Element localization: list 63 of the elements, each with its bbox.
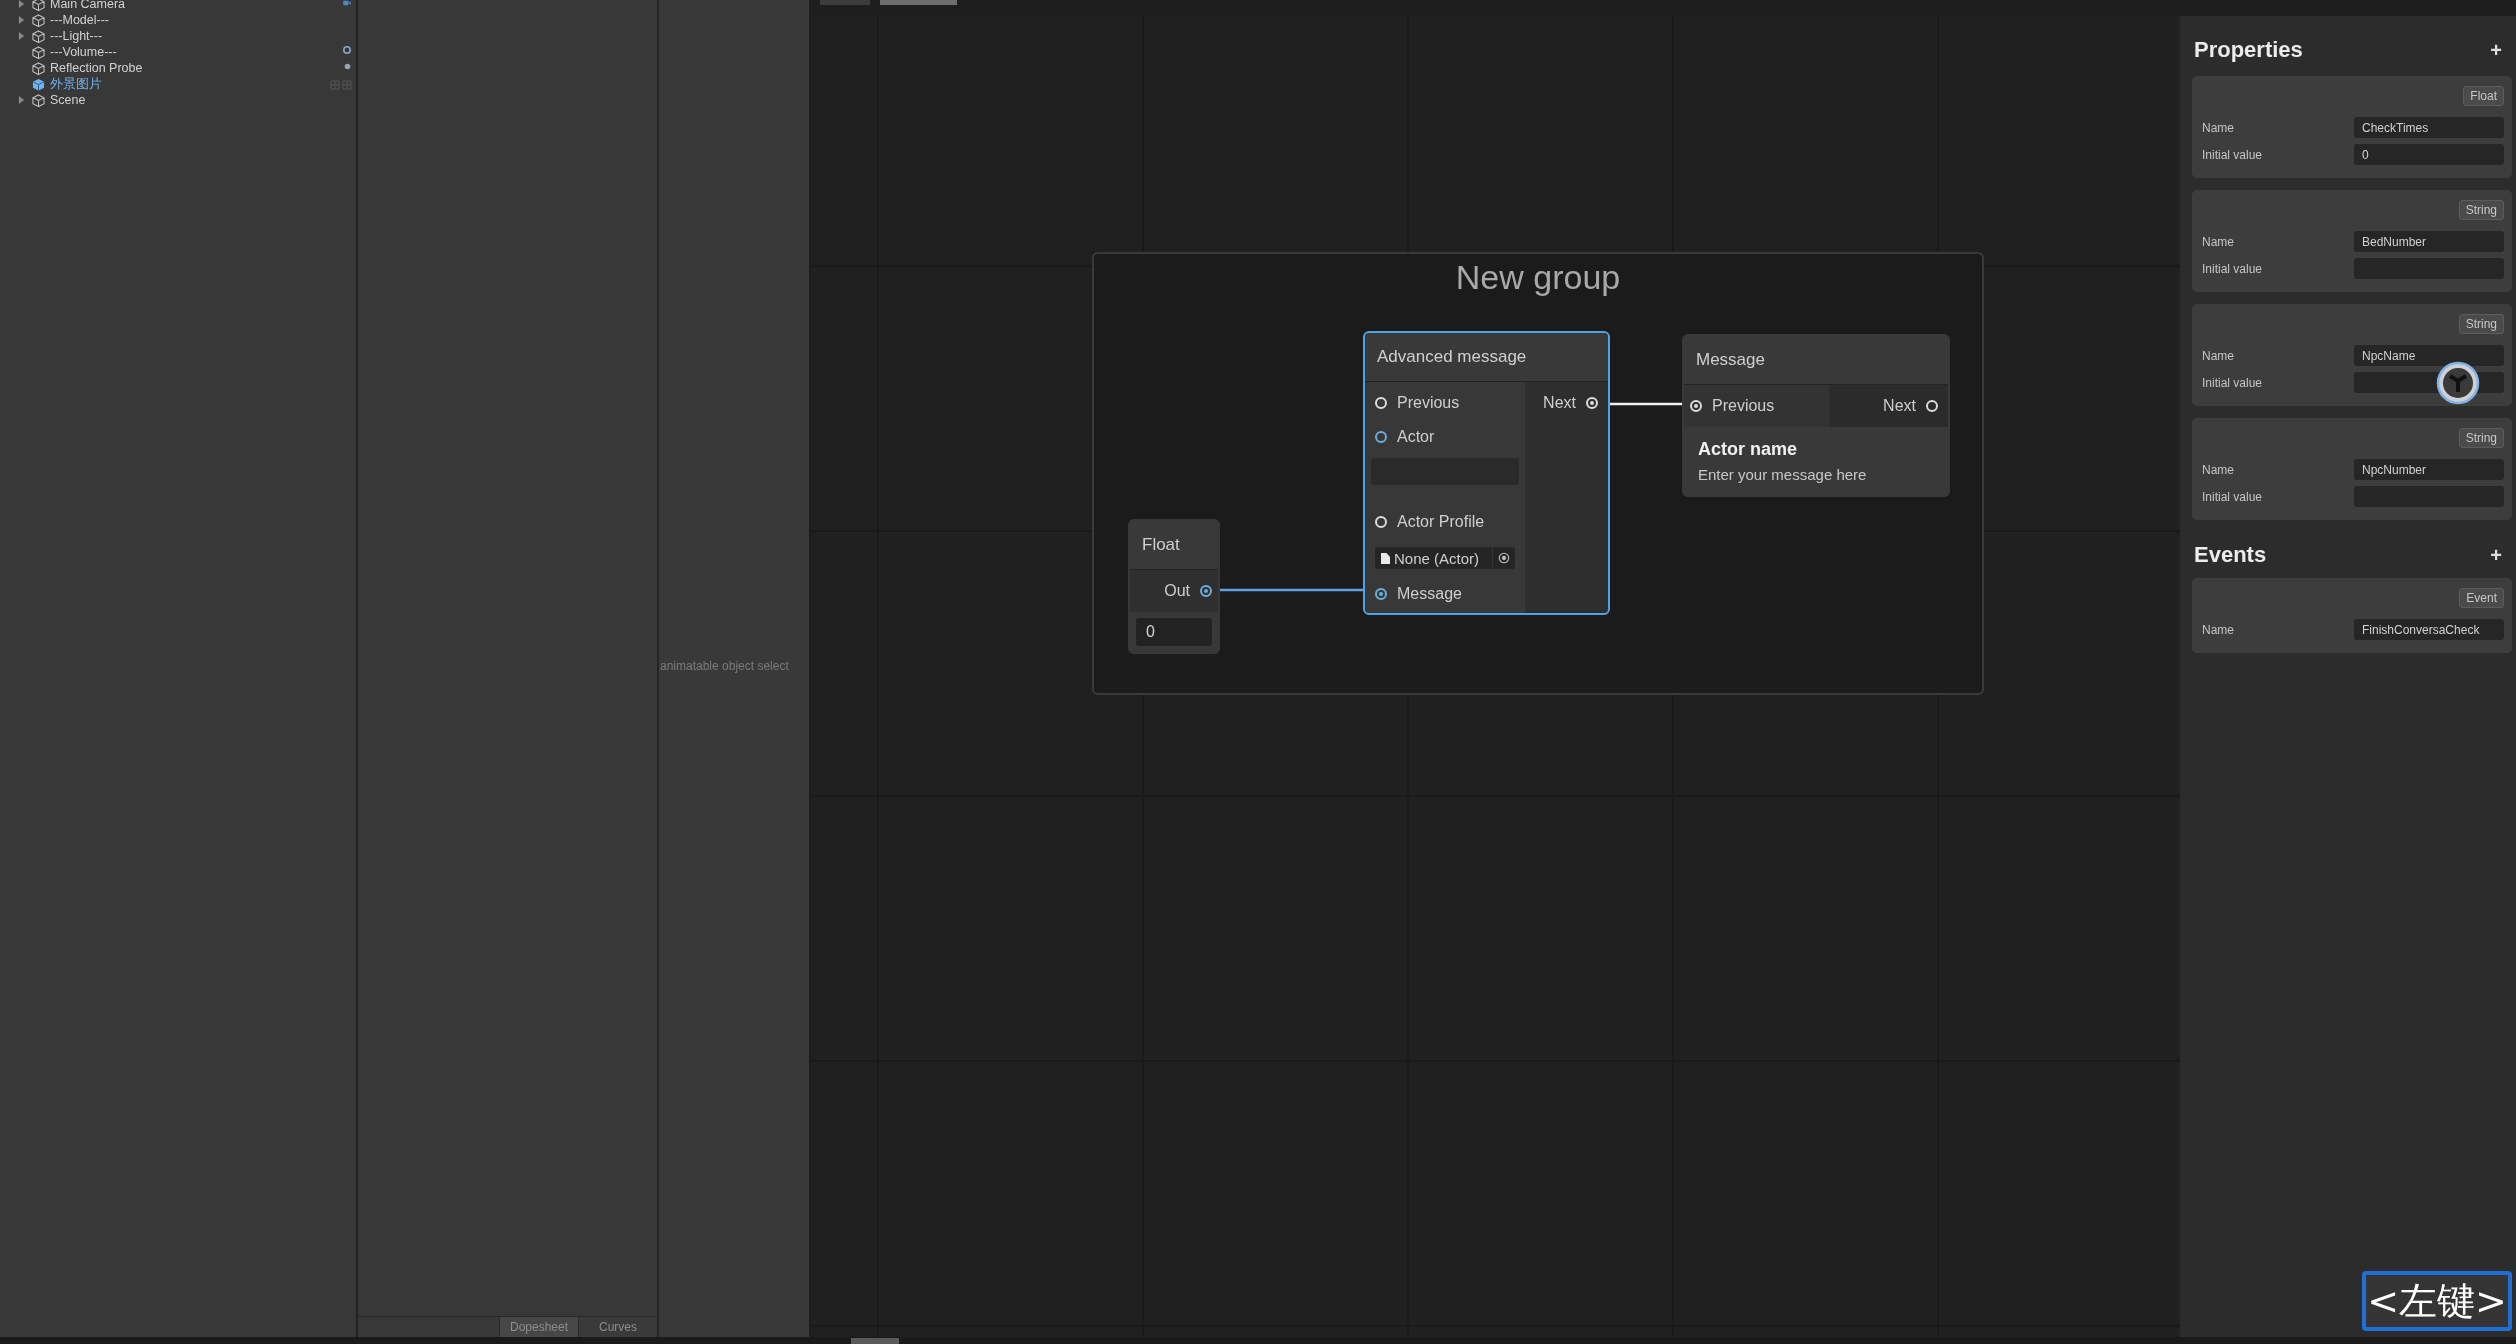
hierarchy-item[interactable]: Reflection Probe (50, 61, 143, 75)
advanced-message-node[interactable]: Advanced message Previous Actor Actor Profile None (Actor) Message Next (1363, 331, 1610, 615)
type-tag: Float (2463, 86, 2504, 106)
port-label: Next (1883, 397, 1916, 415)
input-field[interactable]: NpcNumber (2354, 459, 2504, 480)
type-tag: Event (2459, 588, 2504, 608)
field-label: Name (2202, 462, 2234, 477)
number-field[interactable]: 0 (1136, 618, 1212, 646)
hierarchy-item[interactable]: ---Model--- (50, 13, 110, 27)
field-label: Name (2202, 348, 2234, 363)
hierarchy-item[interactable]: ---Light--- (50, 29, 103, 43)
hierarchy-item[interactable]: 外景图片 (50, 75, 102, 93)
port-label: Actor (1397, 428, 1435, 446)
group-title[interactable]: New group (1455, 258, 1621, 297)
hierarchy-item[interactable]: Scene (50, 93, 86, 107)
port-label: Previous (1712, 397, 1775, 415)
key-overlay: <左键> (2362, 1271, 2512, 1331)
field-label: Initial value (2202, 375, 2263, 390)
field-label: Initial value (2202, 489, 2263, 504)
node-title: Advanced message (1365, 333, 1608, 382)
foldout-arrow-icon[interactable] (18, 0, 25, 8)
target-icon (1498, 552, 1510, 564)
input-field[interactable]: 0 (2354, 144, 2504, 165)
port-label: Message (1397, 585, 1462, 603)
empty-hint: animatable object select (660, 658, 789, 673)
document-icon (1381, 552, 1390, 564)
port-label: Out (1164, 582, 1190, 600)
port-label: Actor Profile (1397, 513, 1485, 531)
foldout-arrow-icon[interactable] (18, 32, 25, 40)
actor-name: Actor name (1698, 439, 1799, 460)
input-field[interactable]: NpcName (2354, 345, 2504, 366)
type-tag: String (2458, 200, 2504, 220)
float-node[interactable]: Float Out 0 (1128, 519, 1220, 654)
foldout-arrow-icon[interactable] (18, 16, 25, 24)
port-icon[interactable] (1375, 431, 1387, 443)
object-field[interactable]: None (Actor) (1375, 547, 1515, 569)
field-label: Name (2202, 622, 2234, 637)
input-field[interactable]: BedNumber (2354, 231, 2504, 252)
object-value: None (Actor) (1394, 549, 1480, 567)
sphere-icon (344, 63, 351, 70)
add-button[interactable]: + (2488, 543, 2504, 567)
gizmo-icon (343, 46, 351, 54)
camera-icon (342, 0, 352, 6)
port-label: Previous (1397, 394, 1460, 412)
section-title: Properties (2194, 37, 2303, 63)
section-title: Events (2194, 542, 2267, 568)
scrollbar-thumb[interactable] (851, 1338, 899, 1344)
field-label: Name (2202, 234, 2234, 249)
port-icon[interactable] (1200, 585, 1212, 597)
field-label: Initial value (2202, 261, 2263, 276)
field-label: Initial value (2202, 147, 2263, 162)
foldout-arrow-icon[interactable] (18, 96, 25, 104)
port-label: Next (1543, 394, 1576, 412)
hierarchy-item[interactable]: ---Volume--- (50, 45, 117, 59)
input-field[interactable]: CheckTimes (2354, 117, 2504, 138)
field-label: Name (2202, 120, 2234, 135)
message-text: Enter your message here (1698, 466, 1868, 483)
type-tag: String (2458, 428, 2504, 448)
add-button[interactable]: + (2488, 38, 2504, 62)
input-field[interactable]: FinishConversaCheck (2354, 619, 2504, 640)
type-tag: String (2458, 314, 2504, 334)
port-icon[interactable] (1375, 588, 1387, 600)
node-group[interactable]: New group Float Out 0 Advanced message Previous Actor Actor Profile None (Actor) Message Next Message Previous Next Actor name Enter your message here (1092, 252, 1984, 695)
